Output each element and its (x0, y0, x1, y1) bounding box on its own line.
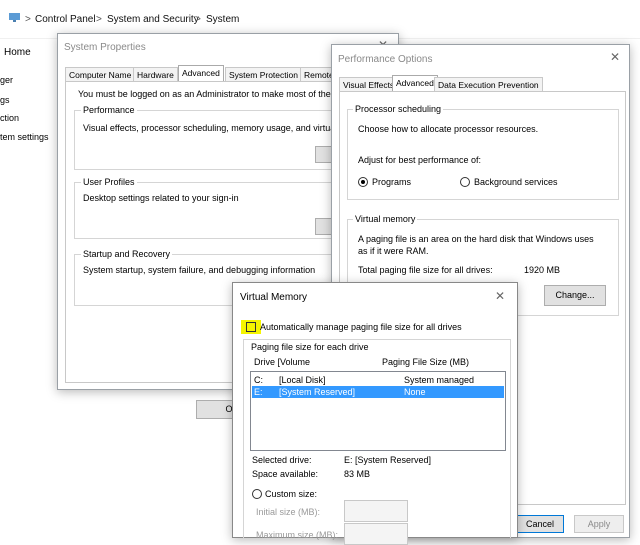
admin-note: You must be logged on as an Administrato… (78, 89, 342, 99)
close-icon[interactable]: ✕ (610, 50, 620, 64)
background-services-radio[interactable] (460, 177, 470, 187)
drive-volume: [System Reserved] (279, 387, 356, 397)
drive-paging-size: None (404, 387, 426, 397)
nav-item-manager[interactable]: ger (0, 75, 13, 85)
close-icon[interactable]: ✕ (495, 289, 505, 303)
startup-recovery-description: System startup, system failure, and debu… (83, 265, 316, 275)
selected-drive-value: E: [System Reserved] (344, 455, 432, 465)
paging-file-group: Paging file size for each drive Drive [V… (243, 339, 511, 545)
total-paging-value: 1920 MB (524, 265, 561, 275)
tab-strip: Visual Effects Advanced Data Execution P… (339, 75, 624, 92)
nav-item-protection[interactable]: ction (0, 113, 19, 123)
tab-advanced[interactable]: Advanced (178, 65, 224, 82)
performance-description: Visual effects, processor scheduling, me… (83, 123, 343, 133)
processor-scheduling-group: Processor scheduling Choose how to alloc… (347, 104, 619, 200)
tab-data-execution-prevention[interactable]: Data Execution Prevention (434, 77, 543, 92)
adjust-label: Adjust for best performance of: (358, 155, 482, 165)
user-profiles-heading: User Profiles (81, 177, 137, 187)
apply-button[interactable]: Apply (574, 515, 624, 533)
maximum-size-label: Maximum size (MB): (256, 530, 339, 540)
breadcrumb-system-and-security[interactable]: System and Security (107, 14, 199, 25)
column-drive-volume: Drive [Volume (254, 357, 311, 367)
maximum-size-input[interactable] (344, 523, 408, 545)
change-button[interactable]: Change... (544, 285, 606, 306)
space-available-value: 83 MB (344, 469, 371, 479)
computer-icon (9, 13, 21, 22)
tab-advanced[interactable]: Advanced (392, 75, 438, 92)
left-navigation: Home ger gs ction tem settings (0, 40, 58, 160)
list-item[interactable]: C: [Local Disk] System managed (252, 374, 504, 386)
cancel-button[interactable]: Cancel (516, 515, 564, 533)
drive-paging-size: System managed (404, 375, 475, 385)
dialog-title: Virtual Memory (240, 292, 308, 303)
space-available-label: Space available: (252, 469, 319, 479)
column-paging-file-size: Paging File Size (MB) (382, 357, 470, 367)
chevron-right-icon: > (25, 14, 31, 25)
virtual-memory-heading: Virtual memory (353, 214, 418, 224)
programs-label[interactable]: Programs (372, 177, 411, 187)
paging-file-section-label: Paging file size for each drive (249, 342, 371, 352)
breadcrumb-control-panel[interactable]: Control Panel (35, 14, 96, 25)
selected-drive-label: Selected drive: (252, 455, 312, 465)
performance-heading: Performance (81, 105, 137, 115)
background-services-label[interactable]: Background services (474, 177, 558, 187)
total-paging-label: Total paging file size for all drives: (358, 265, 493, 275)
initial-size-label: Initial size (MB): (256, 507, 321, 517)
window-title: Performance Options (338, 54, 433, 65)
breadcrumb-system[interactable]: System (206, 14, 239, 25)
tab-computer-name[interactable]: Computer Name (65, 67, 136, 82)
drive-letter: C: (254, 375, 263, 385)
window-title: System Properties (64, 42, 146, 53)
user-profiles-description: Desktop settings related to your sign-in (83, 193, 239, 203)
list-item[interactable]: E: [System Reserved] None (252, 386, 504, 398)
tab-system-protection[interactable]: System Protection (225, 67, 302, 82)
drive-letter: E: (254, 387, 263, 397)
startup-recovery-heading: Startup and Recovery (81, 249, 173, 259)
auto-manage-checkbox[interactable] (246, 322, 256, 332)
programs-radio[interactable] (358, 177, 368, 187)
nav-item-system-settings[interactable]: tem settings (0, 132, 49, 142)
virtual-memory-description-line2: as if it were RAM. (358, 246, 429, 256)
nav-item-settings[interactable]: gs (0, 95, 10, 105)
processor-scheduling-heading: Processor scheduling (353, 104, 444, 114)
chevron-right-icon: > (195, 14, 201, 25)
auto-manage-label[interactable]: Automatically manage paging file size fo… (260, 322, 462, 332)
virtual-memory-description-line1: A paging file is an area on the hard dis… (358, 234, 594, 244)
initial-size-input[interactable] (344, 500, 408, 522)
virtual-memory-dialog: Virtual Memory ✕ Automatically manage pa… (232, 282, 518, 545)
nav-item-home[interactable]: Home (4, 47, 31, 58)
chevron-right-icon: > (96, 14, 102, 25)
drive-list[interactable]: C: [Local Disk] System managed E: [Syste… (250, 371, 506, 451)
custom-size-label[interactable]: Custom size: (265, 489, 317, 499)
processor-description: Choose how to allocate processor resourc… (358, 124, 539, 134)
tab-hardware[interactable]: Hardware (133, 67, 178, 82)
tab-visual-effects[interactable]: Visual Effects (339, 77, 399, 92)
drive-volume: [Local Disk] (279, 375, 326, 385)
custom-size-radio[interactable] (252, 489, 262, 499)
